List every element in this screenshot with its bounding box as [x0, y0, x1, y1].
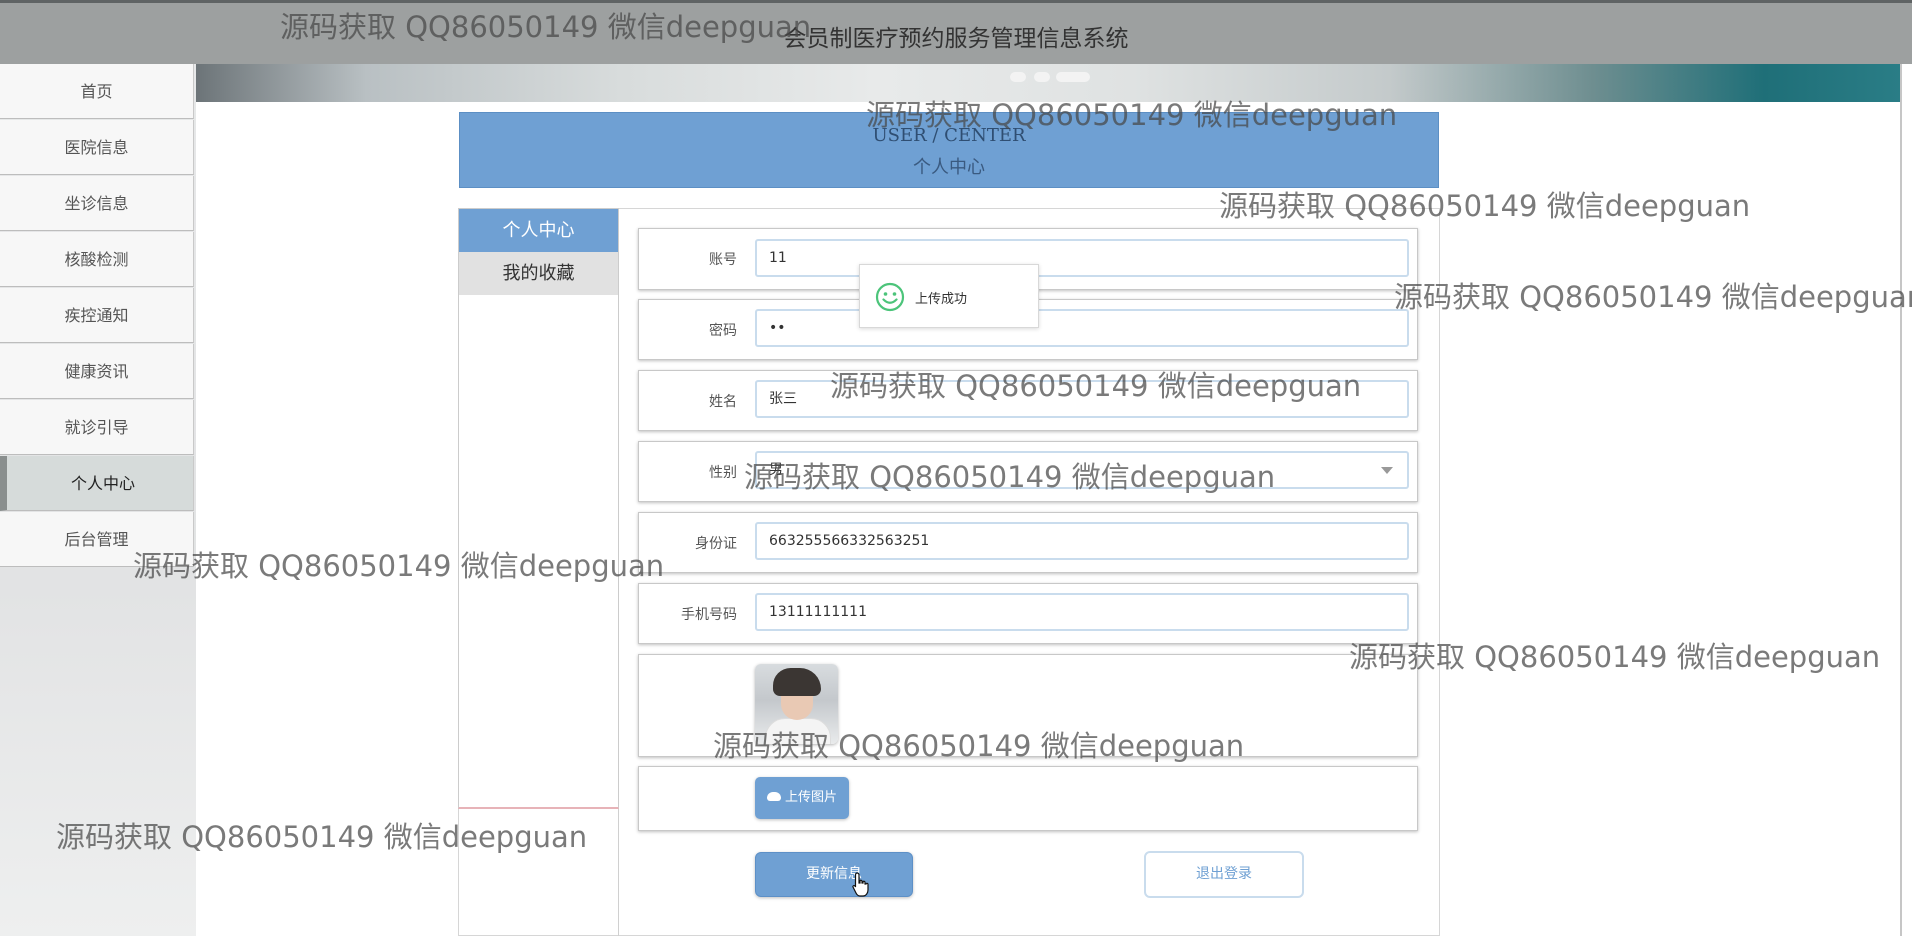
sidebar-item-visit-guide[interactable]: 就诊引导 — [0, 400, 194, 455]
upload-button-label: 上传图片 — [784, 790, 837, 805]
toast-message: 上传成功 — [915, 292, 968, 307]
sidebar-item-label: 坐诊信息 — [64, 194, 129, 213]
gender-selected-value: 男 — [769, 462, 783, 478]
user-center-header: USER / CENTER 个人中心 — [459, 112, 1439, 188]
sidebar-item-label: 健康资讯 — [64, 362, 129, 381]
user-center-title-en: USER / CENTER — [872, 125, 1026, 146]
avatar — [755, 664, 838, 744]
sidebar-item-nucleic-test[interactable]: 核酸检测 — [0, 232, 194, 287]
chevron-down-icon — [1381, 467, 1393, 474]
sidebar-item-label: 医院信息 — [64, 138, 129, 157]
form-row-name: 姓名 张三 — [638, 370, 1418, 431]
sidebar-item-label: 后台管理 — [64, 530, 129, 549]
banner-carousel — [196, 64, 1900, 102]
sidebar-item-user-center[interactable]: 个人中心 — [0, 456, 194, 511]
top-header: 会员制医疗预约服务管理信息系统 — [0, 0, 1912, 64]
account-label: 账号 — [709, 252, 737, 268]
password-input[interactable]: •• — [755, 309, 1409, 347]
sidebar-item-label: 核酸检测 — [64, 250, 129, 269]
gender-label: 性别 — [709, 465, 737, 481]
id-card-label: 身份证 — [695, 536, 737, 552]
form-row-phone: 手机号码 13111111111 — [638, 583, 1418, 644]
form-row-upload: 上传图片 — [638, 766, 1418, 831]
form-row-id-card: 身份证 663255566332563251 — [638, 512, 1418, 573]
id-card-input[interactable]: 663255566332563251 — [755, 522, 1409, 560]
sidebar-item-label: 就诊引导 — [64, 418, 129, 437]
cloud-upload-icon — [766, 792, 781, 801]
user-center-menu: 个人中心 我的收藏 — [458, 208, 619, 809]
tab-user-center[interactable]: 个人中心 — [459, 209, 618, 252]
avatar-body-shape — [765, 718, 831, 744]
sidebar-item-clinic-info[interactable]: 坐诊信息 — [0, 176, 194, 231]
sidebar-item-home[interactable]: 首页 — [0, 64, 194, 119]
password-label: 密码 — [709, 323, 737, 339]
name-input[interactable]: 张三 — [755, 380, 1409, 418]
toast-notification: 上传成功 — [859, 264, 1039, 328]
user-center-title-cn: 个人中心 — [913, 157, 985, 178]
watermark: 源码获取 QQ86050149 微信deepguan — [1394, 280, 1912, 314]
form-row-avatar — [638, 654, 1418, 757]
sidebar-item-label: 个人中心 — [70, 474, 135, 493]
carousel-dot-1[interactable] — [1010, 72, 1026, 82]
sidebar-item-disease-notice[interactable]: 疾控通知 — [0, 288, 194, 343]
carousel-dot-3[interactable] — [1056, 72, 1090, 82]
form-row-gender: 性别 男 — [638, 441, 1418, 502]
sidebar-item-label: 首页 — [80, 82, 113, 101]
avatar-hair-shape — [773, 668, 821, 696]
upload-image-button[interactable]: 上传图片 — [755, 777, 849, 819]
account-input[interactable]: 11 — [755, 239, 1409, 277]
scrollbar-track[interactable] — [1900, 64, 1902, 936]
hand-cursor-icon — [852, 872, 869, 897]
sidebar-item-hospital-info[interactable]: 医院信息 — [0, 120, 194, 175]
sidebar-item-admin[interactable]: 后台管理 — [0, 512, 194, 567]
success-smile-icon — [875, 282, 905, 312]
tab-my-favorites[interactable]: 我的收藏 — [459, 252, 618, 295]
system-title: 会员制医疗预约服务管理信息系统 — [783, 26, 1129, 52]
phone-input[interactable]: 13111111111 — [755, 593, 1409, 631]
gender-select[interactable]: 男 — [755, 451, 1409, 489]
sidebar: 首页 医院信息 坐诊信息 核酸检测 疾控通知 健康资讯 就诊引导 个人中心 后台… — [0, 64, 196, 936]
update-info-button[interactable]: 更新信息 — [755, 852, 913, 897]
carousel-dot-2[interactable] — [1034, 72, 1050, 82]
logout-button[interactable]: 退出登录 — [1144, 851, 1304, 898]
sidebar-item-label: 疾控通知 — [64, 306, 129, 325]
phone-label: 手机号码 — [681, 607, 737, 623]
sidebar-item-health-news[interactable]: 健康资讯 — [0, 344, 194, 399]
name-label: 姓名 — [709, 394, 737, 410]
